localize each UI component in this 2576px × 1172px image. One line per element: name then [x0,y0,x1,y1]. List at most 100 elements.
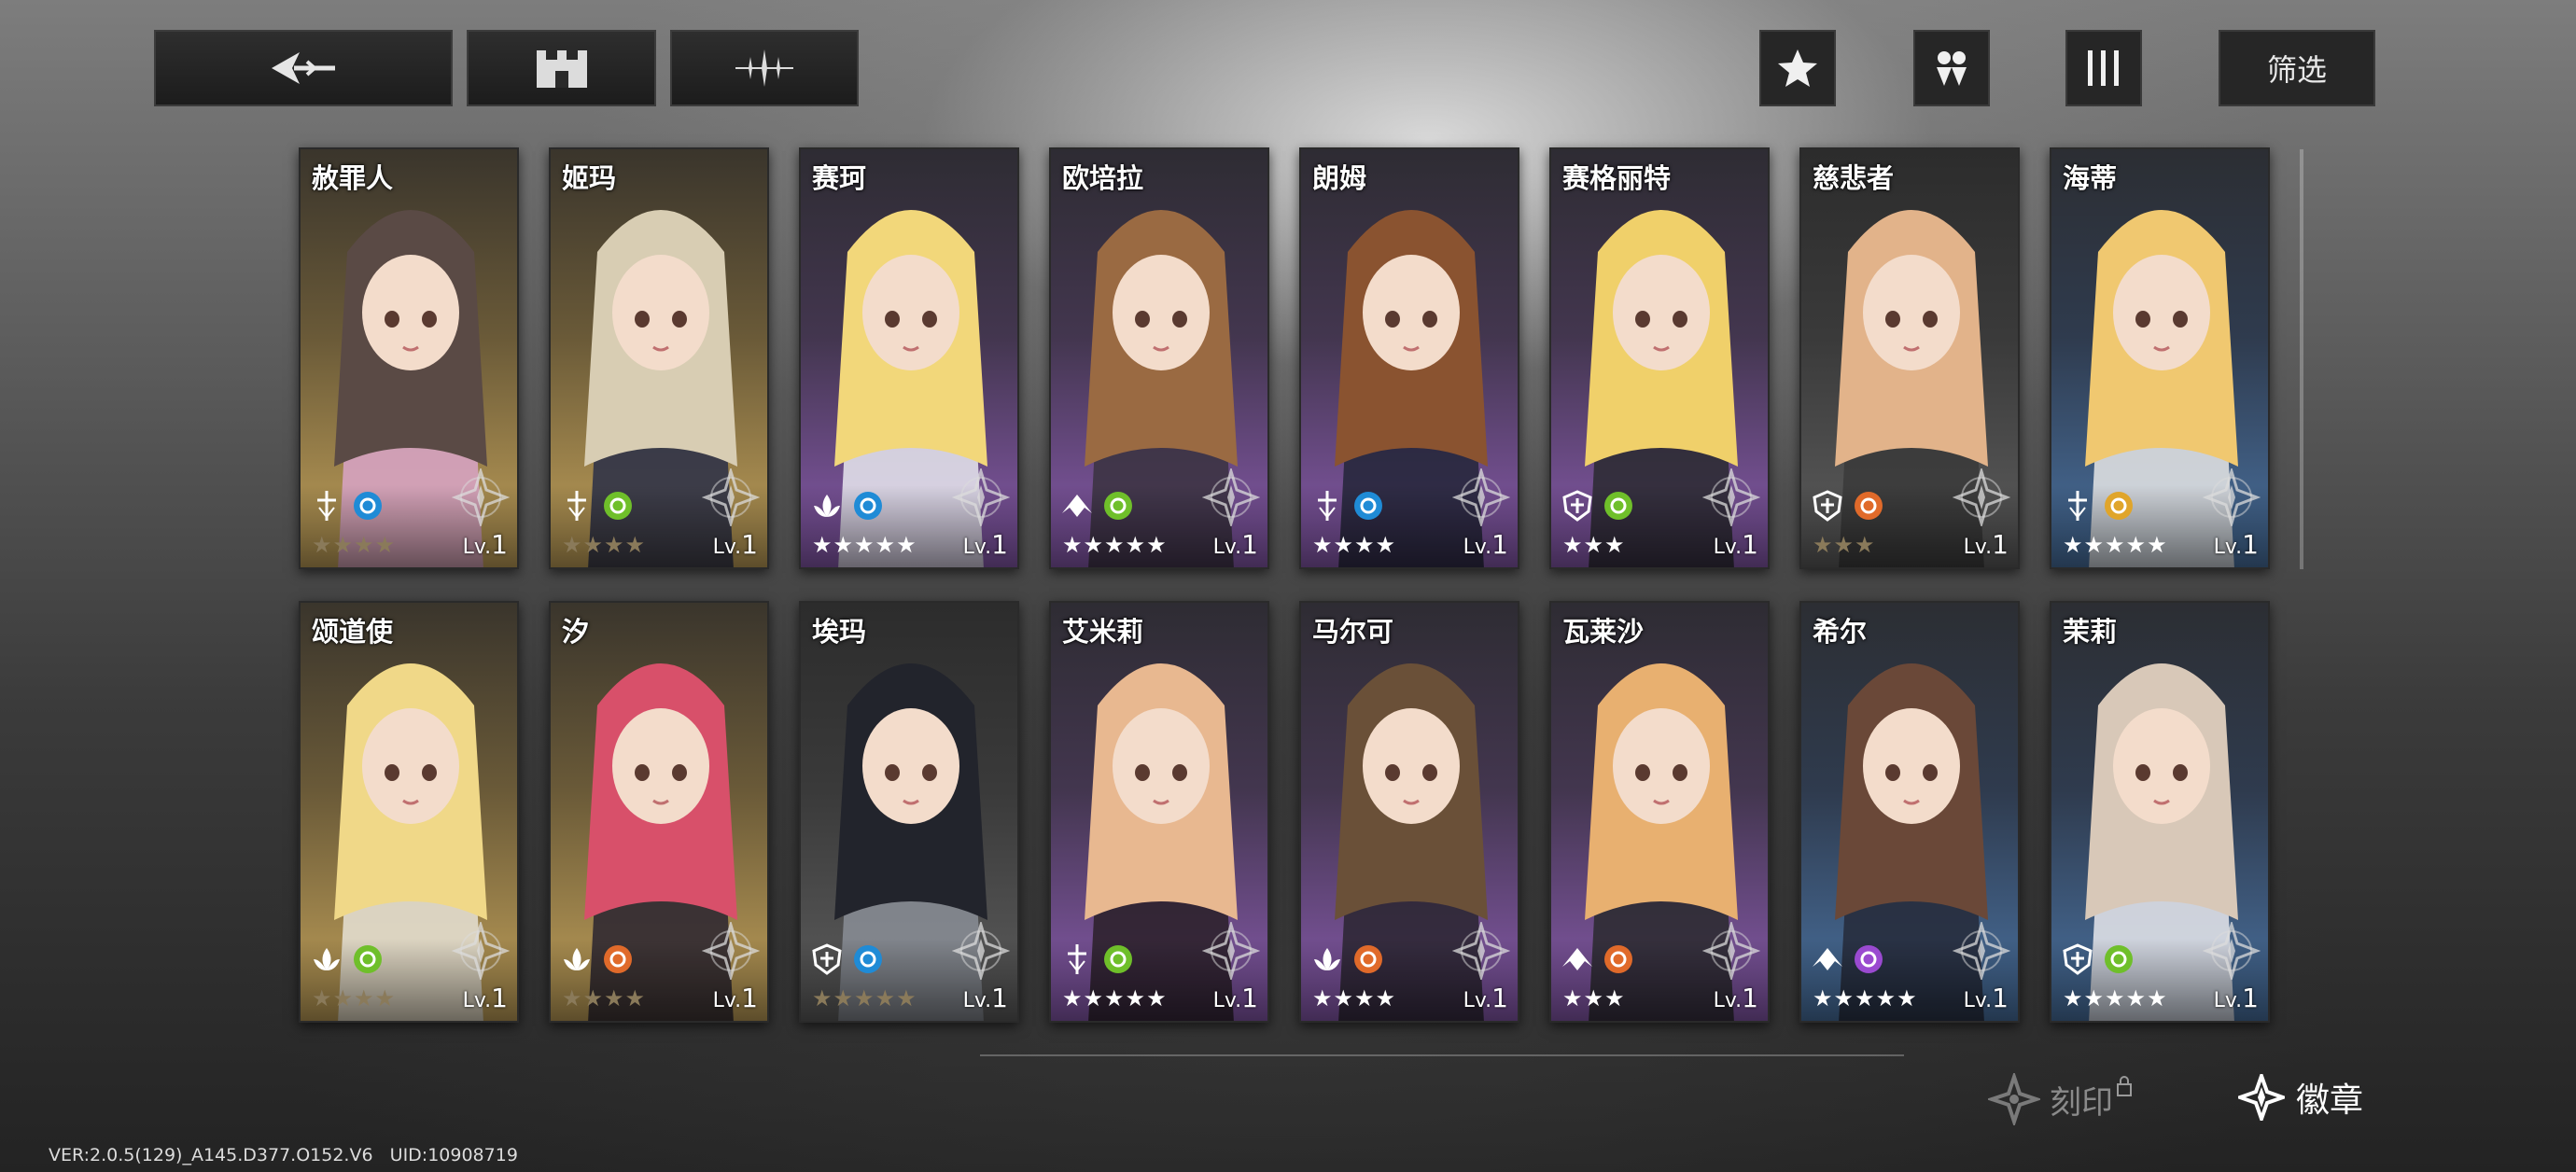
lotus-class-icon [1310,942,1344,976]
character-card[interactable]: 埃玛 ★★★★★ Lv.1 [799,601,1019,1023]
star-rating: ★★★★ [312,532,397,558]
character-level: Lv.1 [712,529,758,560]
wing-class-icon [1060,489,1094,523]
character-name: 慈悲者 [1813,162,1895,194]
character-name: 希尔 [1813,616,1868,648]
faction-emblem-icon [451,919,511,983]
character-level: Lv.1 [1963,983,2009,1013]
character-card[interactable]: 赛珂 ★★★★★ Lv.1 [799,147,1019,569]
shield-class-icon [1561,489,1594,523]
badge-label: 徽章 [2296,1081,2364,1120]
character-name: 赛格丽特 [1562,162,1672,194]
nature-element-icon [601,489,635,523]
character-name: 埃玛 [812,616,867,648]
character-level: Lv.1 [1713,983,1758,1013]
character-level: Lv.1 [962,983,1008,1013]
character-level: Lv.1 [462,983,508,1013]
character-name: 赛珂 [812,162,867,194]
faction-emblem-icon [1701,466,1761,529]
faction-emblem-icon [951,466,1011,529]
star-rating: ★★★ [1562,985,1626,1012]
version-info: VER:2.0.5(129)_A145.D377.O152.V6 UID:109… [49,1145,518,1165]
faction-emblem-icon [1451,919,1511,983]
filter-button[interactable]: 筛选 [2219,30,2375,106]
lotus-class-icon [310,942,343,976]
character-level: Lv.1 [462,529,508,560]
engrave-button[interactable]: 刻印 [1988,1073,2134,1125]
people-icon [1937,51,1967,86]
back-button[interactable] [154,30,453,106]
character-level: Lv.1 [1463,983,1508,1013]
character-card[interactable]: 慈悲者 ★★★ Lv.1 [1799,147,2020,569]
character-level: Lv.1 [962,529,1008,560]
fire-element-icon [1852,489,1885,523]
water-element-icon [851,942,885,976]
star-rating: ★★★★ [562,985,647,1012]
wing-class-icon [1811,942,1844,976]
bars-icon [2088,50,2119,86]
faction-emblem-icon [701,466,761,529]
sun-element-icon [2102,489,2135,523]
cross-sword-class-icon [1310,489,1344,523]
faction-emblem-icon [1952,919,2011,983]
character-name: 瓦莱沙 [1562,616,1645,648]
badge-button[interactable]: 徽章 [2238,1073,2363,1122]
character-name: 赦罪人 [312,162,394,194]
character-name: 马尔可 [1312,616,1394,648]
nature-element-icon [1602,489,1635,523]
faction-emblem-icon [1201,466,1261,529]
lock-icon [2117,1076,2132,1096]
character-level: Lv.1 [1212,529,1258,560]
character-card[interactable]: 赦罪人 ★★★★ Lv.1 [299,147,519,569]
faction-emblem-icon [701,919,761,983]
character-name: 欧培拉 [1062,162,1144,194]
character-card[interactable]: 瓦莱沙 ★★★ Lv.1 [1549,601,1770,1023]
character-name: 汐 [562,616,590,648]
character-card[interactable]: 马尔可 ★★★★ Lv.1 [1299,601,1519,1023]
favorite-button[interactable] [1759,30,1836,106]
shield-class-icon [1811,489,1844,523]
badge-icon [2238,1074,2285,1121]
character-card[interactable]: 茉莉 ★★★★★ Lv.1 [2050,601,2270,1023]
character-card[interactable]: 欧培拉 ★★★★★ Lv.1 [1049,147,1269,569]
team-button[interactable] [1913,30,1990,106]
lotus-class-icon [560,942,594,976]
water-element-icon [351,489,385,523]
character-card[interactable]: 赛格丽特 ★★★ Lv.1 [1549,147,1770,569]
character-name: 茉莉 [2063,616,2118,648]
wing-class-icon [1561,942,1594,976]
character-card[interactable]: 汐 ★★★★ Lv.1 [549,601,769,1023]
scrollbar[interactable] [2300,149,2303,569]
star-rating: ★★★★ [1312,532,1397,558]
character-level: Lv.1 [1463,529,1508,560]
nature-element-icon [1101,489,1135,523]
character-card[interactable]: 希尔 ★★★★★ Lv.1 [1799,601,2020,1023]
base-button[interactable] [467,30,656,106]
menu-button[interactable] [670,30,859,106]
star-rating: ★★★★★ [2063,985,2168,1012]
character-level: Lv.1 [1963,529,2009,560]
character-level: Lv.1 [1212,983,1258,1013]
star-rating: ★★★★★ [812,985,917,1012]
star-rating: ★★★★★ [1062,985,1168,1012]
character-card[interactable]: 姬玛 ★★★★ Lv.1 [549,147,769,569]
star-rating: ★★★★★ [1062,532,1168,558]
faction-emblem-icon [1952,466,2011,529]
character-card[interactable]: 海蒂 ★★★★★ Lv.1 [2050,147,2270,569]
character-card[interactable]: 艾米莉 ★★★★★ Lv.1 [1049,601,1269,1023]
faction-emblem-icon [2202,919,2261,983]
character-name: 海蒂 [2063,162,2118,194]
character-card[interactable]: 颂道使 ★★★★ Lv.1 [299,601,519,1023]
faction-emblem-icon [1451,466,1511,529]
character-name: 姬玛 [562,162,617,194]
faction-emblem-icon [451,466,511,529]
star-rating: ★★★★ [1312,985,1397,1012]
cross-sword-class-icon [560,489,594,523]
character-card[interactable]: 朗姆 ★★★★ Lv.1 [1299,147,1519,569]
cross-sword-class-icon [1060,942,1094,976]
faction-emblem-icon [1701,919,1761,983]
sort-button[interactable] [2065,30,2142,106]
faction-emblem-icon [951,919,1011,983]
fire-element-icon [601,942,635,976]
character-level: Lv.1 [712,983,758,1013]
